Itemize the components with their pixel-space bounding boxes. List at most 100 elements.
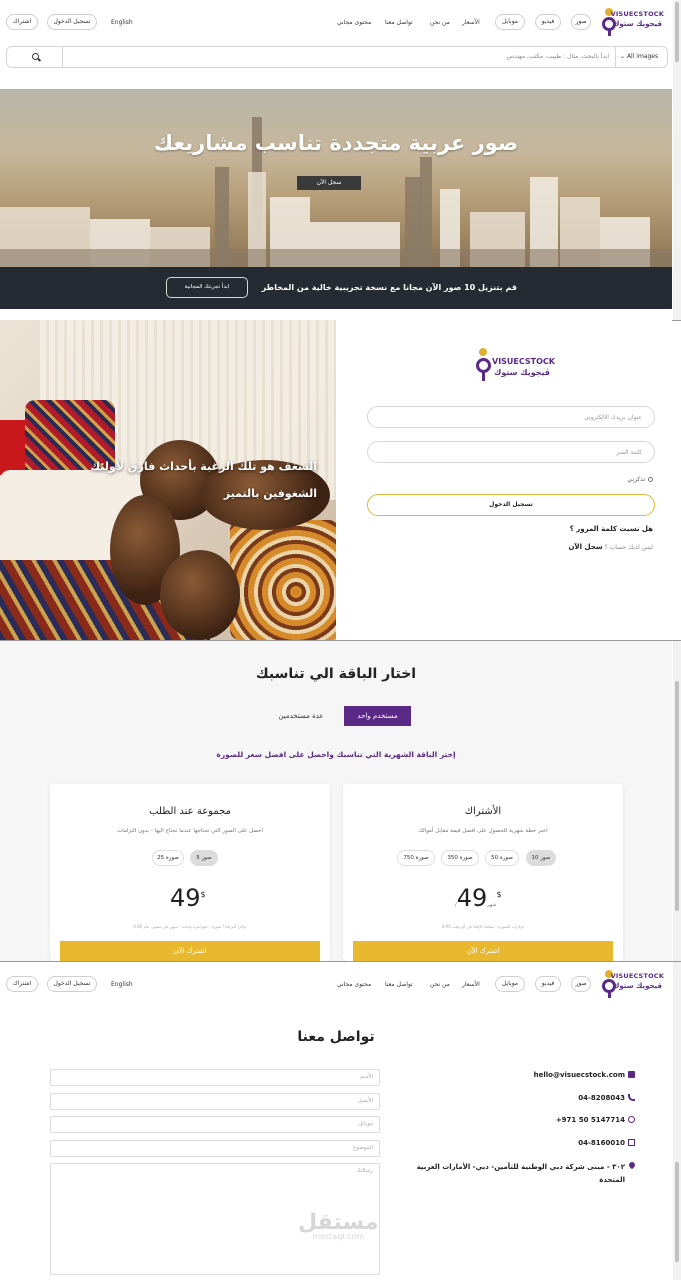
whatsapp-icon xyxy=(628,1116,635,1123)
password-field[interactable]: كلمة السر xyxy=(367,441,655,463)
plan-note: 4.90 دولارات للصورة - يمكنك الإلغاء في أ… xyxy=(441,924,525,929)
start-trial-button[interactable]: ابدأ تجربتك المجانية xyxy=(166,277,248,298)
login-logo-en: VISUECSTOCK xyxy=(492,357,555,366)
plan-option[interactable]: 50 صورة xyxy=(485,850,519,866)
top-navbar: VISUECSTOCK ڤيجويك ستوك صور فيديو موبايل… xyxy=(0,962,672,1006)
register-link[interactable]: سجل الآن xyxy=(568,543,602,551)
search-category-label: All images xyxy=(626,53,659,60)
plan-option[interactable]: 350 صورة xyxy=(441,850,479,866)
scrollbar[interactable] xyxy=(673,641,681,961)
subscribe-button[interactable]: اشتراك xyxy=(6,14,38,30)
login-submit-button[interactable]: تسجيل الدخول xyxy=(367,494,655,516)
radio-icon xyxy=(648,477,653,482)
plan-option[interactable]: 750 صورة xyxy=(397,850,435,866)
plan-option[interactable]: 5 صور xyxy=(190,850,218,866)
nav-mobile[interactable]: موبايل xyxy=(495,14,525,30)
plan-price-value: 49 xyxy=(456,884,488,912)
login-logo: VISUECSTOCK ڤيجويك ستوك xyxy=(476,348,555,382)
contact-email[interactable]: hello@visuecstock.com xyxy=(534,1071,625,1079)
plan-title: مجموعة عند الطلب xyxy=(149,806,231,817)
pricing-title: اختار الباقة الي تناسبك xyxy=(255,666,417,682)
logo-text-en: VISUECSTOCK xyxy=(610,972,664,980)
nav-video[interactable]: فيديو xyxy=(535,976,561,992)
remember-me-checkbox[interactable]: تذكرني xyxy=(627,476,653,483)
nav-about[interactable]: من نحن xyxy=(430,981,450,988)
scrollbar[interactable] xyxy=(673,962,681,1280)
nav-about[interactable]: من نحن xyxy=(430,19,450,26)
nav-pricing[interactable]: الأسعار xyxy=(462,981,480,988)
scrollbar[interactable] xyxy=(673,0,681,320)
login-button[interactable]: تسجيل الدخول xyxy=(47,976,97,992)
nav-contact[interactable]: تواصل معنا xyxy=(385,19,413,26)
contact-message-placeholder: رسالتك xyxy=(356,1168,373,1174)
language-switch[interactable]: English xyxy=(111,981,133,988)
no-account-label: ليس لديك حساب ؟ xyxy=(604,544,653,551)
subscribe-now-button[interactable]: اشترك الآن xyxy=(353,941,613,961)
contact-subject-field[interactable]: الموضوع xyxy=(50,1140,380,1157)
nav-pricing[interactable]: الأسعار xyxy=(462,19,480,26)
contact-email-field[interactable]: الأيميل xyxy=(50,1093,380,1110)
plan-price: 49$ xyxy=(170,884,206,912)
login-side-image xyxy=(0,320,336,640)
plan-price-currency: $ xyxy=(496,890,502,899)
nav-contact[interactable]: تواصل معنا xyxy=(385,981,413,988)
plan-desc: اختر خطة شهرية للحصول على افضل قيمة مقاب… xyxy=(418,828,548,834)
hero-register-button[interactable]: سجل الآن xyxy=(297,176,361,190)
trial-text: قم بتنزيل 10 صور الآن مجانا مع نسخة تجري… xyxy=(261,283,517,292)
nav-images[interactable]: صور xyxy=(571,14,591,30)
top-navbar: VISUECSTOCK ڤيجويك ستوك صور فيديو موبايل… xyxy=(0,0,672,44)
contact-email-placeholder: الأيميل xyxy=(357,1098,373,1104)
mail-icon xyxy=(628,1071,635,1078)
contact-name-placeholder: الأسم xyxy=(360,1074,373,1080)
contact-phone[interactable]: 04-8208043 xyxy=(578,1094,625,1102)
plan-price-currency: $ xyxy=(200,890,206,899)
tab-single-user[interactable]: مستخدم واحد xyxy=(344,706,411,726)
site-logo[interactable]: VISUECSTOCK ڤيجويك ستوك xyxy=(602,8,664,36)
email-field[interactable]: عنوان بريدك الالكتروني xyxy=(367,406,655,428)
language-switch[interactable]: English xyxy=(111,19,133,26)
contact-mobile-field[interactable]: موبايل xyxy=(50,1116,380,1133)
contact-subject-placeholder: الموضوع xyxy=(352,1145,373,1151)
plan-desc: احصل على الصور التي تحتاجها عندما تحتاج … xyxy=(117,828,263,834)
plan-option[interactable]: 25 صورة xyxy=(152,850,184,866)
search-category-select[interactable]: ⌄ All images xyxy=(615,47,667,67)
site-logo[interactable]: VISUECSTOCK ڤيجويك ستوك xyxy=(602,970,664,998)
location-pin-icon xyxy=(627,1160,637,1170)
mostaql-watermark: مستقل mostaql.com xyxy=(298,1210,378,1241)
phone-icon xyxy=(628,1094,635,1101)
logo-text-ar: ڤيجويك ستوك xyxy=(612,982,662,990)
contact-fax[interactable]: 04-8160010 xyxy=(578,1139,625,1147)
plan-title: الأشتراك xyxy=(464,806,502,817)
logo-mark-icon xyxy=(476,348,491,382)
pricing-subtitle: إختر الباقة الشهرية التي تناسبك واحصل عل… xyxy=(216,750,456,759)
login-quote-line1: الشغف هو تلك الرغبة بأحداث فارق لأولئك xyxy=(90,460,317,473)
contact-whatsapp[interactable]: +971 50 5147714 xyxy=(556,1116,625,1124)
nav-images[interactable]: صور xyxy=(571,976,591,992)
remember-me-label: تذكرني xyxy=(627,476,645,483)
search-input[interactable]: ابدأ بالبحث, مثال : طبيب, مكتب, مهندس xyxy=(507,53,609,60)
subscribe-now-button[interactable]: اشترك الآن xyxy=(60,941,320,961)
plan-price: /شهر49 $ xyxy=(455,884,502,912)
email-placeholder: عنوان بريدك الالكتروني xyxy=(583,414,642,421)
nav-video[interactable]: فيديو xyxy=(535,14,561,30)
plan-note: 9.80 دولارا أمريكيا / صورة - دفع لمرة وا… xyxy=(133,924,247,929)
logo-text-ar: ڤيجويك ستوك xyxy=(612,20,662,28)
contact-title: تواصل معنا xyxy=(297,1029,375,1045)
contact-name-field[interactable]: الأسم xyxy=(50,1069,380,1086)
subscribe-button[interactable]: اشتراك xyxy=(6,976,38,992)
forgot-password-link[interactable]: هل نسيت كلمة المرور ؟ xyxy=(570,525,653,533)
logo-text-en: VISUECSTOCK xyxy=(610,10,664,18)
password-placeholder: كلمة السر xyxy=(616,449,642,456)
nav-free-content[interactable]: محتوى مجاني xyxy=(337,19,371,26)
search-button[interactable] xyxy=(7,47,63,67)
tab-multi-user[interactable]: عدة مستخدمين xyxy=(266,706,336,726)
search-icon xyxy=(32,53,39,60)
nav-mobile[interactable]: موبايل xyxy=(495,976,525,992)
login-button[interactable]: تسجيل الدخول xyxy=(47,14,97,30)
fax-icon xyxy=(628,1139,635,1146)
plan-card-subscription: الأشتراك اختر خطة شهرية للحصول على افضل … xyxy=(343,784,623,961)
plan-card-on-demand: مجموعة عند الطلب احصل على الصور التي تحت… xyxy=(50,784,330,961)
login-logo-ar: ڤيجويك ستوك xyxy=(494,368,551,377)
plan-option[interactable]: 10 صور xyxy=(526,850,556,866)
nav-free-content[interactable]: محتوى مجاني xyxy=(337,981,371,988)
